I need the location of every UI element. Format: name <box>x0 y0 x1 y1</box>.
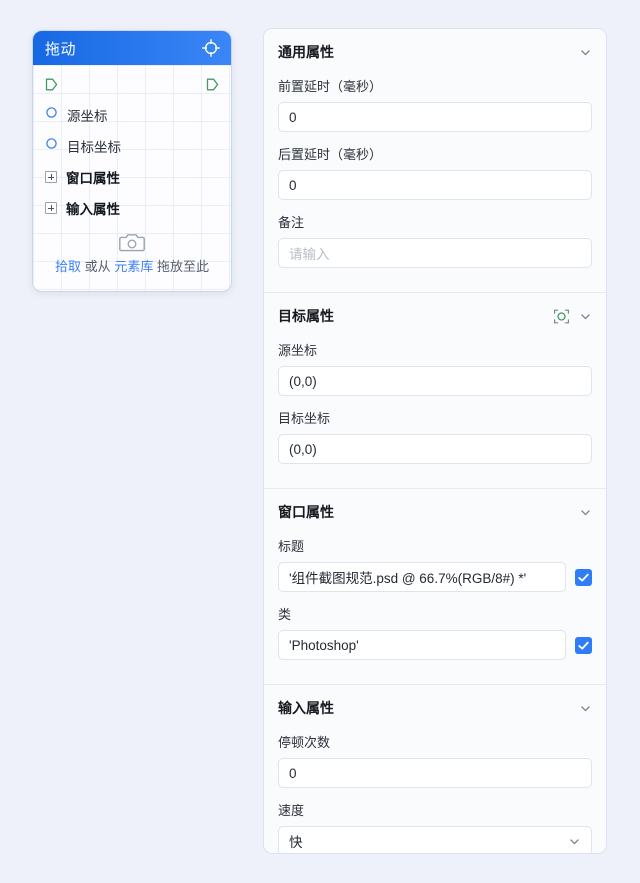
chevron-down-icon[interactable] <box>579 702 592 715</box>
chevron-down-icon[interactable] <box>579 506 592 519</box>
section-body: 源坐标 (0,0) 目标坐标 (0,0) <box>264 340 606 488</box>
node-field-input-props[interactable]: 输入属性 <box>33 192 231 223</box>
app-root: 拖动 <box>0 0 640 883</box>
section-header[interactable]: 通用属性 <box>264 29 606 73</box>
field-label-window-title: 标题 <box>278 536 592 555</box>
field-row: 'Photoshop' <box>278 630 592 660</box>
port-left-icon[interactable] <box>44 77 59 92</box>
field-row: 快 <box>278 826 592 854</box>
speed-select-value: 快 <box>289 831 303 851</box>
drag-node-card[interactable]: 拖动 <box>32 30 232 292</box>
node-port-row <box>33 65 231 99</box>
field-row: 0 <box>278 170 592 200</box>
section-general-props: 通用属性 前置延时（毫秒） 0 后置延时（毫秒） 0 备注 请输入 <box>264 29 606 292</box>
element-library-link[interactable]: 元素库 <box>114 259 153 274</box>
field-label-pre-delay: 前置延时（毫秒） <box>278 76 592 95</box>
node-header[interactable]: 拖动 <box>33 31 231 65</box>
section-header[interactable]: 目标属性 <box>264 293 606 337</box>
section-body: 停顿次数 0 速度 快 <box>264 732 606 854</box>
plus-box-icon[interactable] <box>45 171 57 183</box>
crosshair-target-icon[interactable] <box>201 38 221 58</box>
field-label-speed: 速度 <box>278 800 592 819</box>
pre-delay-input[interactable]: 0 <box>278 102 592 132</box>
dropzone-mid-text: 或从 <box>85 259 111 274</box>
field-row: (0,0) <box>278 434 592 464</box>
chevron-down-icon[interactable] <box>579 46 592 59</box>
speed-select[interactable]: 快 <box>278 826 592 854</box>
dropzone-tail-text: 拖放至此 <box>157 259 209 274</box>
window-class-input[interactable]: 'Photoshop' <box>278 630 566 660</box>
window-class-checkbox[interactable] <box>575 637 592 654</box>
node-body: 源坐标 目标坐标 窗口属性 输入属性 <box>33 65 231 291</box>
field-label-post-delay: 后置延时（毫秒） <box>278 144 592 163</box>
chevron-down-icon[interactable] <box>568 835 581 848</box>
section-title: 目标属性 <box>278 306 553 326</box>
element-dropzone[interactable]: 拾取 或从 元素库 拖放至此 <box>33 223 231 279</box>
node-field-label: 目标坐标 <box>67 136 121 156</box>
port-right-icon[interactable] <box>205 77 220 92</box>
node-field-window-props[interactable]: 窗口属性 <box>33 161 231 192</box>
pause-count-input[interactable]: 0 <box>278 758 592 788</box>
section-target-props: 目标属性 <box>264 292 606 488</box>
node-field-source-coord[interactable]: 源坐标 <box>33 99 231 130</box>
chevron-down-icon[interactable] <box>579 310 592 323</box>
field-label-remark: 备注 <box>278 212 592 231</box>
section-body: 标题 '组件截图规范.psd @ 66.7%(RGB/8#) *' 类 'Pho… <box>264 536 606 684</box>
target-coord-input[interactable]: (0,0) <box>278 434 592 464</box>
field-row: '组件截图规范.psd @ 66.7%(RGB/8#) *' <box>278 562 592 592</box>
circle-port-icon[interactable] <box>45 106 58 124</box>
section-window-props: 窗口属性 标题 '组件截图规范.psd @ 66.7%(RGB/8#) *' 类 <box>264 488 606 684</box>
node-title: 拖动 <box>45 38 76 59</box>
field-label-source-coord: 源坐标 <box>278 340 592 359</box>
pick-link[interactable]: 拾取 <box>55 259 81 274</box>
node-field-label: 输入属性 <box>66 198 120 218</box>
plus-box-icon[interactable] <box>45 202 57 214</box>
dropzone-text: 拾取 或从 元素库 拖放至此 <box>43 259 221 275</box>
section-input-props: 输入属性 停顿次数 0 速度 快 <box>264 684 606 854</box>
remark-input[interactable]: 请输入 <box>278 238 592 268</box>
post-delay-input[interactable]: 0 <box>278 170 592 200</box>
section-title: 通用属性 <box>278 42 579 62</box>
field-row: 0 <box>278 102 592 132</box>
node-field-label: 源坐标 <box>67 105 108 125</box>
section-header[interactable]: 窗口属性 <box>264 489 606 533</box>
field-label-window-class: 类 <box>278 604 592 623</box>
properties-panel: 通用属性 前置延时（毫秒） 0 后置延时（毫秒） 0 备注 请输入 <box>263 28 607 854</box>
section-header[interactable]: 输入属性 <box>264 685 606 729</box>
window-title-input[interactable]: '组件截图规范.psd @ 66.7%(RGB/8#) *' <box>278 562 566 592</box>
field-row: (0,0) <box>278 366 592 396</box>
camera-icon <box>43 231 221 253</box>
field-label-target-coord: 目标坐标 <box>278 408 592 427</box>
field-row: 请输入 <box>278 238 592 268</box>
field-row: 0 <box>278 758 592 788</box>
section-title: 输入属性 <box>278 698 579 718</box>
node-field-target-coord[interactable]: 目标坐标 <box>33 130 231 161</box>
source-coord-input[interactable]: (0,0) <box>278 366 592 396</box>
node-field-label: 窗口属性 <box>66 167 120 187</box>
section-body: 前置延时（毫秒） 0 后置延时（毫秒） 0 备注 请输入 <box>264 76 606 292</box>
section-title: 窗口属性 <box>278 502 579 522</box>
circle-port-icon[interactable] <box>45 137 58 155</box>
element-pick-icon[interactable] <box>553 308 570 325</box>
field-label-pause-count: 停顿次数 <box>278 732 592 751</box>
window-title-checkbox[interactable] <box>575 569 592 586</box>
